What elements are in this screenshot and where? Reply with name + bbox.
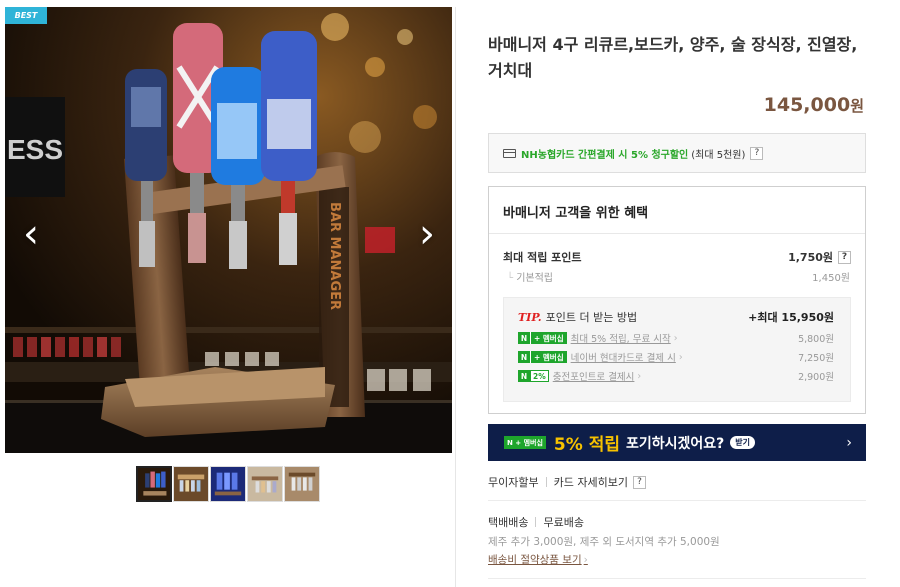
best-badge: BEST: [5, 7, 47, 24]
price-amount: 145,000: [763, 94, 851, 116]
chevron-right-icon: ›: [583, 554, 588, 566]
tip-row-value: 2,900원: [798, 372, 834, 383]
chevron-right-icon: ›: [637, 370, 642, 382]
points-help-button[interactable]: ?: [838, 250, 851, 264]
card-discount-text: NH농협카드 간편결제 시 5% 청구할인: [521, 149, 689, 161]
product-image-gallery: ESS BAR MANAGER BEST ‹ ›: [5, 7, 452, 453]
product-price: 145,000원: [764, 94, 864, 116]
membership-promo-banner[interactable]: N + 멤버십 5% 적립 포기하시겠어요? 받기 ›: [488, 424, 866, 461]
naver-point-badge: N 2%: [518, 370, 549, 382]
next-image-button[interactable]: ›: [407, 212, 447, 256]
tip-row-value: 5,800원: [798, 334, 834, 345]
previous-image-button[interactable]: ‹: [11, 212, 51, 256]
tip-label: TIP.: [518, 311, 542, 324]
card-detail-link[interactable]: 카드 자세히보기: [554, 474, 628, 490]
chevron-right-icon: ›: [673, 332, 678, 344]
card-discount-note: (최대 5천원): [691, 149, 746, 161]
naver-membership-badge: N + 멤버십: [504, 436, 546, 449]
points-tip-box: TIP. 포인트 더 받는 방법 +최대 15,950원 N + 멤버십 최대 5%…: [503, 297, 851, 402]
basic-points-value: 1,450원: [812, 273, 850, 284]
card-detail-help-button[interactable]: ?: [632, 475, 646, 489]
tip-row-charge-points[interactable]: N 2% 충전포인트로 결제시 › 2,900원: [518, 369, 834, 383]
shipping-saving-products-link[interactable]: 배송비 절약상품 보기 ›: [488, 552, 588, 567]
basic-points-label: 기본적립: [507, 269, 553, 284]
card-discount-banner: NH농협카드 간편결제 시 5% 청구할인 (최대 5천원) ?: [488, 133, 866, 173]
thumbnail-5[interactable]: [284, 466, 320, 502]
shipping-saving-link-text[interactable]: 배송비 절약상품 보기: [488, 554, 582, 566]
thumbnail-3[interactable]: [210, 466, 246, 502]
naver-membership-badge: N + 멤버십: [518, 332, 567, 344]
chevron-right-icon: ›: [678, 351, 683, 363]
chevron-right-icon: ›: [846, 434, 852, 451]
shipping-method-row: 택배배송 무료배송: [488, 514, 584, 530]
shipping-extra-fee: 제주 추가 3,000원, 제주 외 도서지역 추가 5,000원: [488, 536, 720, 548]
credit-card-icon: [503, 148, 516, 158]
tip-heading: TIP. 포인트 더 받는 방법: [518, 309, 637, 325]
banner-receive-pill: 받기: [730, 436, 755, 449]
section-divider: [488, 500, 866, 501]
max-points-value-group: 1,750원 ?: [788, 249, 851, 265]
thumbnail-4[interactable]: [247, 466, 283, 502]
max-points-label: 최대 적립 포인트: [503, 251, 582, 264]
product-photo: ESS BAR MANAGER: [5, 7, 452, 453]
tip-row-label[interactable]: 네이버 현대카드로 결제 시: [571, 350, 676, 364]
tip-heading-text: 포인트 더 받는 방법: [545, 311, 638, 324]
benefits-title: 바매니저 고객을 위한 혜택: [503, 206, 649, 221]
banner-message: 포기하시겠어요?: [625, 435, 725, 452]
banner-highlight: 5% 적립: [553, 435, 620, 455]
separator: [535, 517, 537, 527]
tip-row-membership[interactable]: N + 멤버십 최대 5% 적립, 무료 시작 › 5,800원: [518, 331, 834, 345]
shipping-method: 택배배송: [488, 516, 529, 529]
stand-engraving-text: BAR MANAGER: [327, 202, 342, 310]
thumbnail-strip: [136, 466, 320, 502]
shipping-fee: 무료배송: [543, 516, 584, 529]
naver-membership-badge: N + 멤버십: [518, 351, 567, 363]
tip-row-label[interactable]: 충전포인트로 결제시: [553, 369, 635, 383]
thumbnail-1[interactable]: [136, 466, 172, 502]
max-points-value: 1,750원: [788, 251, 833, 264]
section-divider: [488, 578, 866, 579]
background-sign-text: ESS: [7, 134, 63, 165]
price-unit: 원: [850, 97, 864, 115]
installment-label: 무이자할부: [488, 476, 539, 489]
card-discount-help-button[interactable]: ?: [750, 146, 764, 160]
product-title: 바매니저 4구 리큐르,보드카, 양주, 술 장식장, 진열장, 거치대: [488, 35, 858, 80]
payment-info-row: 무이자할부 카드 자세히보기 ?: [488, 474, 646, 490]
customer-benefits-panel: 바매니저 고객을 위한 혜택 최대 적립 포인트 1,750원 ? 기본적립 1…: [488, 186, 866, 414]
column-divider: [455, 7, 456, 587]
separator: [545, 477, 547, 487]
thumbnail-2[interactable]: [173, 466, 209, 502]
tip-row-value: 7,250원: [798, 353, 834, 364]
tip-max-points: +최대 15,950원: [748, 311, 834, 324]
benefits-divider: [489, 233, 865, 234]
tip-row-hyundai-card[interactable]: N + 멤버십 네이버 현대카드로 결제 시 › 7,250원: [518, 350, 834, 364]
tip-row-label[interactable]: 최대 5% 적립, 무료 시작: [571, 331, 671, 345]
